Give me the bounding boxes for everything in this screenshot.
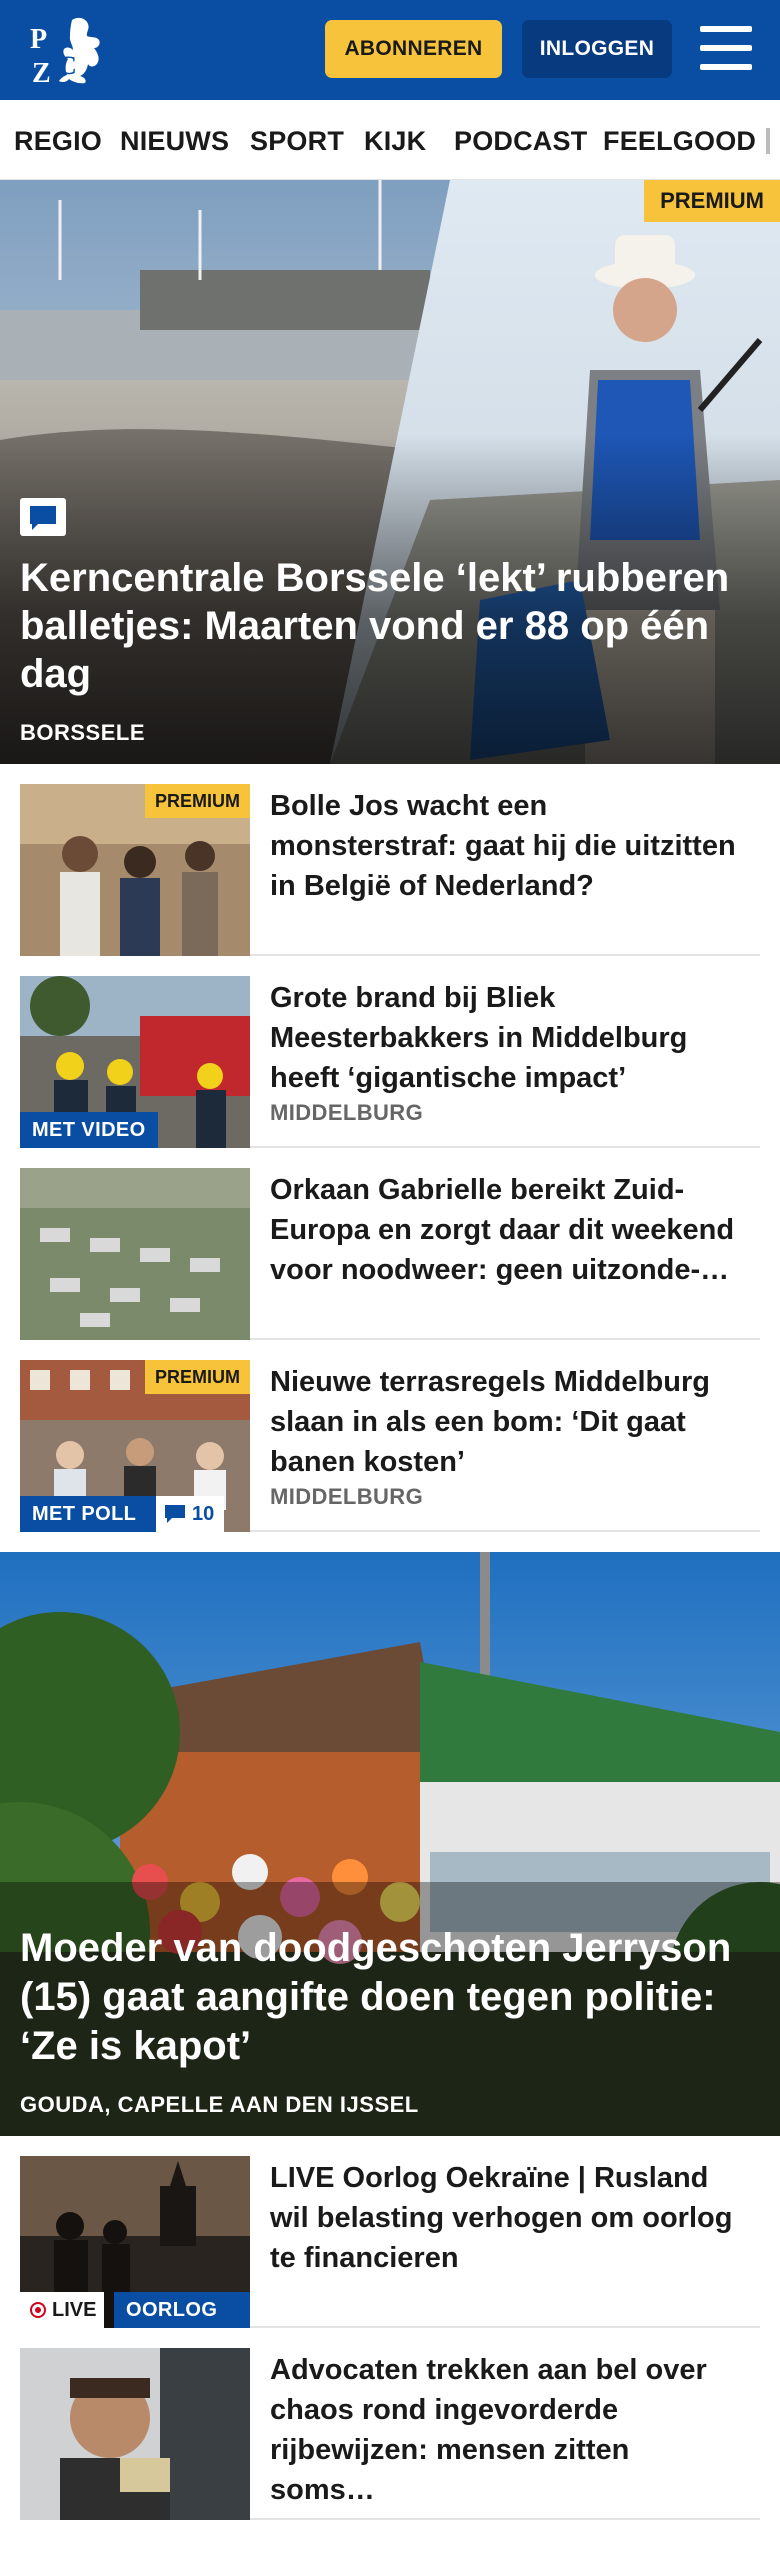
subscribe-button[interactable]: ABONNEREN xyxy=(325,20,502,78)
article-thumbnail: LIVE OORLOG … xyxy=(20,2156,250,2328)
premium-badge: PREMIUM xyxy=(145,784,250,818)
premium-badge: PREMIUM xyxy=(145,1360,250,1394)
login-button[interactable]: INLOGGEN xyxy=(522,20,672,78)
nav-item-podcast[interactable]: PODCAST xyxy=(454,126,587,157)
article-location: MIDDELBURG xyxy=(270,1484,424,1509)
list-item[interactable]: LIVE OORLOG … LIVE Oorlog Oekraïne | Rus… xyxy=(20,2136,760,2328)
svg-text:P: P xyxy=(30,24,47,55)
premium-badge: PREMIUM xyxy=(644,180,780,222)
nav-item-feelgood[interactable]: FEELGOOD xyxy=(603,126,756,157)
live-badge: LIVE xyxy=(20,2292,105,2328)
comment-icon xyxy=(20,498,66,536)
hero-location: BORSSELE xyxy=(20,720,146,745)
article-thumbnail: PREMIUM xyxy=(20,784,250,956)
article-title[interactable]: Grote brand bij Bliek Meesterbakkers in … xyxy=(270,978,740,1098)
live-dot-icon xyxy=(30,2302,46,2318)
article-title[interactable]: Advocaten trekken aan bel over chaos ron… xyxy=(270,2350,740,2510)
hero-article[interactable]: PREMIUM Kerncentrale Borssele ‘lekt’ rub… xyxy=(0,180,780,764)
live-label: LIVE xyxy=(52,2299,97,2321)
feature-title[interactable]: Moeder van doodgeschoten Jerryson (15) g… xyxy=(20,1924,760,2071)
article-title[interactable]: Bolle Jos wacht een monsterstraf: gaat h… xyxy=(270,786,740,906)
list-item[interactable]: Advocaten trekken aan bel over chaos ron… xyxy=(20,2328,760,2520)
nav-item-kijk[interactable]: KIJK xyxy=(364,126,426,157)
article-title[interactable]: LIVE Oorlog Oekraïne | Rusland wil belas… xyxy=(270,2158,740,2278)
hero-title[interactable]: Kerncentrale Borssele ‘lekt’ rubberen ba… xyxy=(20,554,760,698)
comment-count-value: 10 xyxy=(192,1503,215,1525)
poll-badge: MET POLL xyxy=(20,1496,156,1532)
svg-text:Z: Z xyxy=(32,58,51,86)
article-thumbnail: PREMIUM MET POLL 10 xyxy=(20,1360,250,1532)
nav-item-regio[interactable]: REGIO xyxy=(14,126,102,157)
list-item[interactable]: PREMIUM Bolle Jos wacht een monsterstraf… xyxy=(20,764,760,956)
nav-overflow-indicator xyxy=(766,128,770,154)
video-badge: MET VIDEO xyxy=(20,1112,158,1148)
comment-icon xyxy=(165,1505,185,1523)
nav-item-sport[interactable]: SPORT xyxy=(250,126,344,157)
feature-location: GOUDA, CAPELLE AAN DEN IJSSEL xyxy=(20,2092,419,2117)
pzc-logo[interactable]: P Z C xyxy=(28,14,110,89)
topic-badge: OORLOG … xyxy=(114,2292,250,2328)
site-header: P Z C ABONNEREN INLOGGEN xyxy=(0,0,780,100)
feature-article[interactable]: Moeder van doodgeschoten Jerryson (15) g… xyxy=(0,1552,780,2136)
article-title[interactable]: Orkaan Gabrielle bereikt Zuid-Europa en … xyxy=(270,1170,740,1290)
list-item[interactable]: Orkaan Gabrielle bereikt Zuid-Europa en … xyxy=(20,1148,760,1340)
article-thumbnail: MET VIDEO xyxy=(20,976,250,1148)
hamburger-menu-icon[interactable] xyxy=(700,24,752,72)
nav-item-nieuws[interactable]: NIEUWS xyxy=(120,126,229,157)
article-title[interactable]: Nieuwe terrasregels Middelburg slaan in … xyxy=(270,1362,740,1482)
article-location: MIDDELBURG xyxy=(270,1100,424,1125)
list-item[interactable]: PREMIUM MET POLL 10 Nieuwe terrasregels … xyxy=(20,1340,760,1532)
article-thumbnail xyxy=(20,2348,250,2520)
list-item[interactable]: MET VIDEO Grote brand bij Bliek Meesterb… xyxy=(20,956,760,1148)
section-nav: REGIO NIEUWS SPORT KIJK PODCAST FEELGOOD xyxy=(0,100,780,180)
comment-count: 10 xyxy=(156,1496,225,1532)
article-thumbnail xyxy=(20,1168,250,1340)
svg-text:C: C xyxy=(58,51,77,80)
